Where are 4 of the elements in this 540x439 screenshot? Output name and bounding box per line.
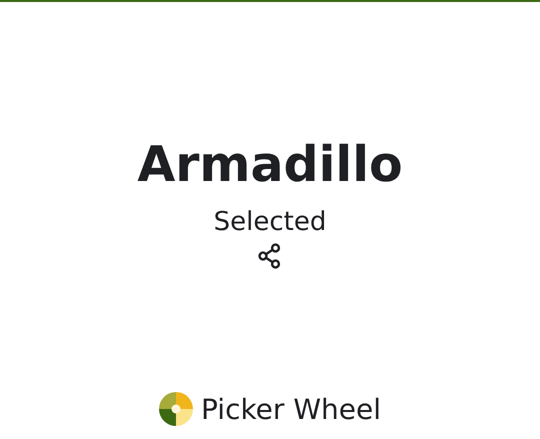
result-title: Armadillo (137, 135, 403, 195)
status-label: Selected (214, 206, 326, 238)
wheel-logo-icon (159, 392, 194, 426)
brand-name: Picker Wheel (201, 392, 381, 426)
